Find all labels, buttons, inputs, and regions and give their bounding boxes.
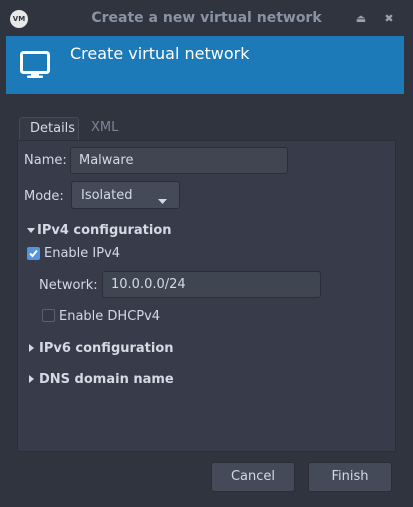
name-label: Name: xyxy=(24,153,67,168)
mode-label: Mode: xyxy=(24,189,64,204)
expander-closed-icon xyxy=(29,341,39,356)
ipv6-title: IPv6 configuration xyxy=(39,341,174,356)
tab-xml[interactable]: XML xyxy=(81,117,125,141)
cancel-button[interactable]: Cancel xyxy=(211,462,295,492)
enable-ipv4-label: Enable IPv4 xyxy=(44,246,121,261)
header-banner: Create virtual network xyxy=(6,36,404,94)
title-bar: VM Create a new virtual network ⏏ ✖ xyxy=(0,0,413,36)
expander-closed-icon xyxy=(29,372,39,387)
dns-expander[interactable]: DNS domain name xyxy=(29,372,174,387)
finish-button[interactable]: Finish xyxy=(308,462,392,492)
name-input[interactable] xyxy=(70,147,288,174)
expander-open-icon xyxy=(27,223,37,238)
dns-title: DNS domain name xyxy=(39,372,174,387)
minimize-icon[interactable]: ⏏ xyxy=(352,10,370,28)
enable-ipv4-checkbox[interactable] xyxy=(27,247,40,260)
enable-dhcpv4-checkbox[interactable] xyxy=(42,309,55,322)
banner-title: Create virtual network xyxy=(70,44,250,63)
network-input[interactable] xyxy=(102,271,321,298)
mode-dropdown[interactable]: Isolated xyxy=(71,181,180,209)
network-label: Network: xyxy=(39,278,98,293)
chevron-down-icon xyxy=(158,193,167,208)
ipv6-expander[interactable]: IPv6 configuration xyxy=(29,341,174,356)
ipv4-title: IPv4 configuration xyxy=(37,223,172,238)
enable-dhcpv4-label: Enable DHCPv4 xyxy=(59,309,161,324)
close-icon[interactable]: ✖ xyxy=(380,10,398,28)
details-panel: Name: Mode: Isolated IPv4 configuration … xyxy=(17,140,396,452)
network-monitor-icon xyxy=(20,51,50,83)
ipv4-expander[interactable]: IPv4 configuration xyxy=(27,223,172,238)
tab-details[interactable]: Details xyxy=(19,117,79,141)
mode-value: Isolated xyxy=(81,188,133,203)
